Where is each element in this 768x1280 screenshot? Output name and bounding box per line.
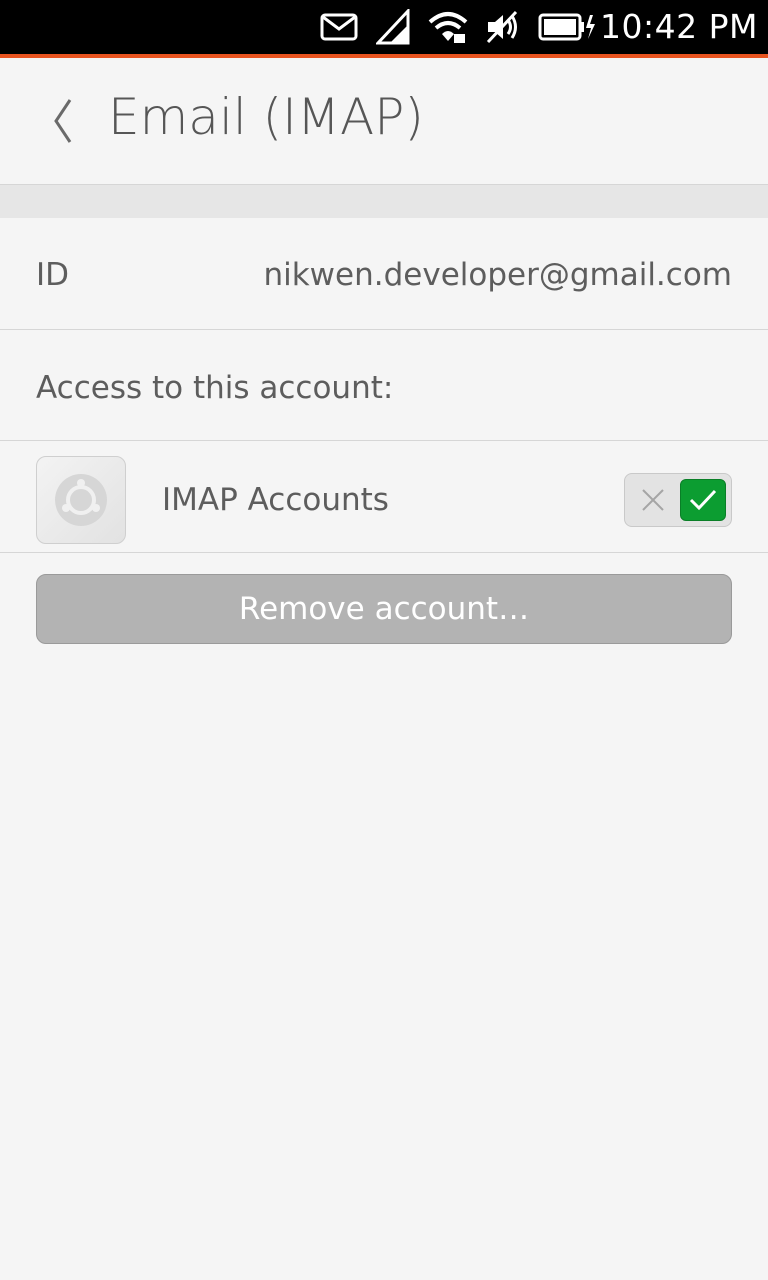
app-access-toggle[interactable] bbox=[624, 473, 732, 527]
checkmark-icon bbox=[689, 489, 717, 511]
mail-icon bbox=[320, 13, 358, 41]
chevron-left-icon bbox=[54, 99, 72, 143]
cellular-signal-icon bbox=[376, 9, 410, 45]
page-title: Email (IMAP) bbox=[108, 88, 424, 146]
account-id-row: ID nikwen.developer@gmail.com bbox=[0, 219, 768, 330]
id-value: nikwen.developer@gmail.com bbox=[263, 257, 732, 293]
status-bar: 10:42 PM bbox=[0, 0, 768, 58]
remove-account-button[interactable]: Remove account… bbox=[36, 574, 732, 644]
muted-speaker-icon bbox=[486, 10, 518, 44]
access-header-row: Access to this account: bbox=[0, 330, 768, 441]
close-icon bbox=[642, 489, 664, 511]
app-name: IMAP Accounts bbox=[162, 482, 389, 518]
clock-time: 10:42 PM bbox=[600, 7, 758, 46]
page-header: Email (IMAP) bbox=[0, 58, 768, 185]
battery-charging-icon bbox=[538, 13, 595, 41]
wifi-icon bbox=[428, 12, 468, 43]
access-label: Access to this account: bbox=[36, 370, 394, 406]
app-access-row: IMAP Accounts bbox=[0, 442, 768, 553]
back-button[interactable] bbox=[44, 96, 84, 146]
id-label: ID bbox=[36, 257, 70, 293]
toggle-knob bbox=[680, 479, 726, 521]
ubuntu-logo-icon bbox=[36, 456, 126, 544]
section-divider bbox=[0, 185, 768, 218]
